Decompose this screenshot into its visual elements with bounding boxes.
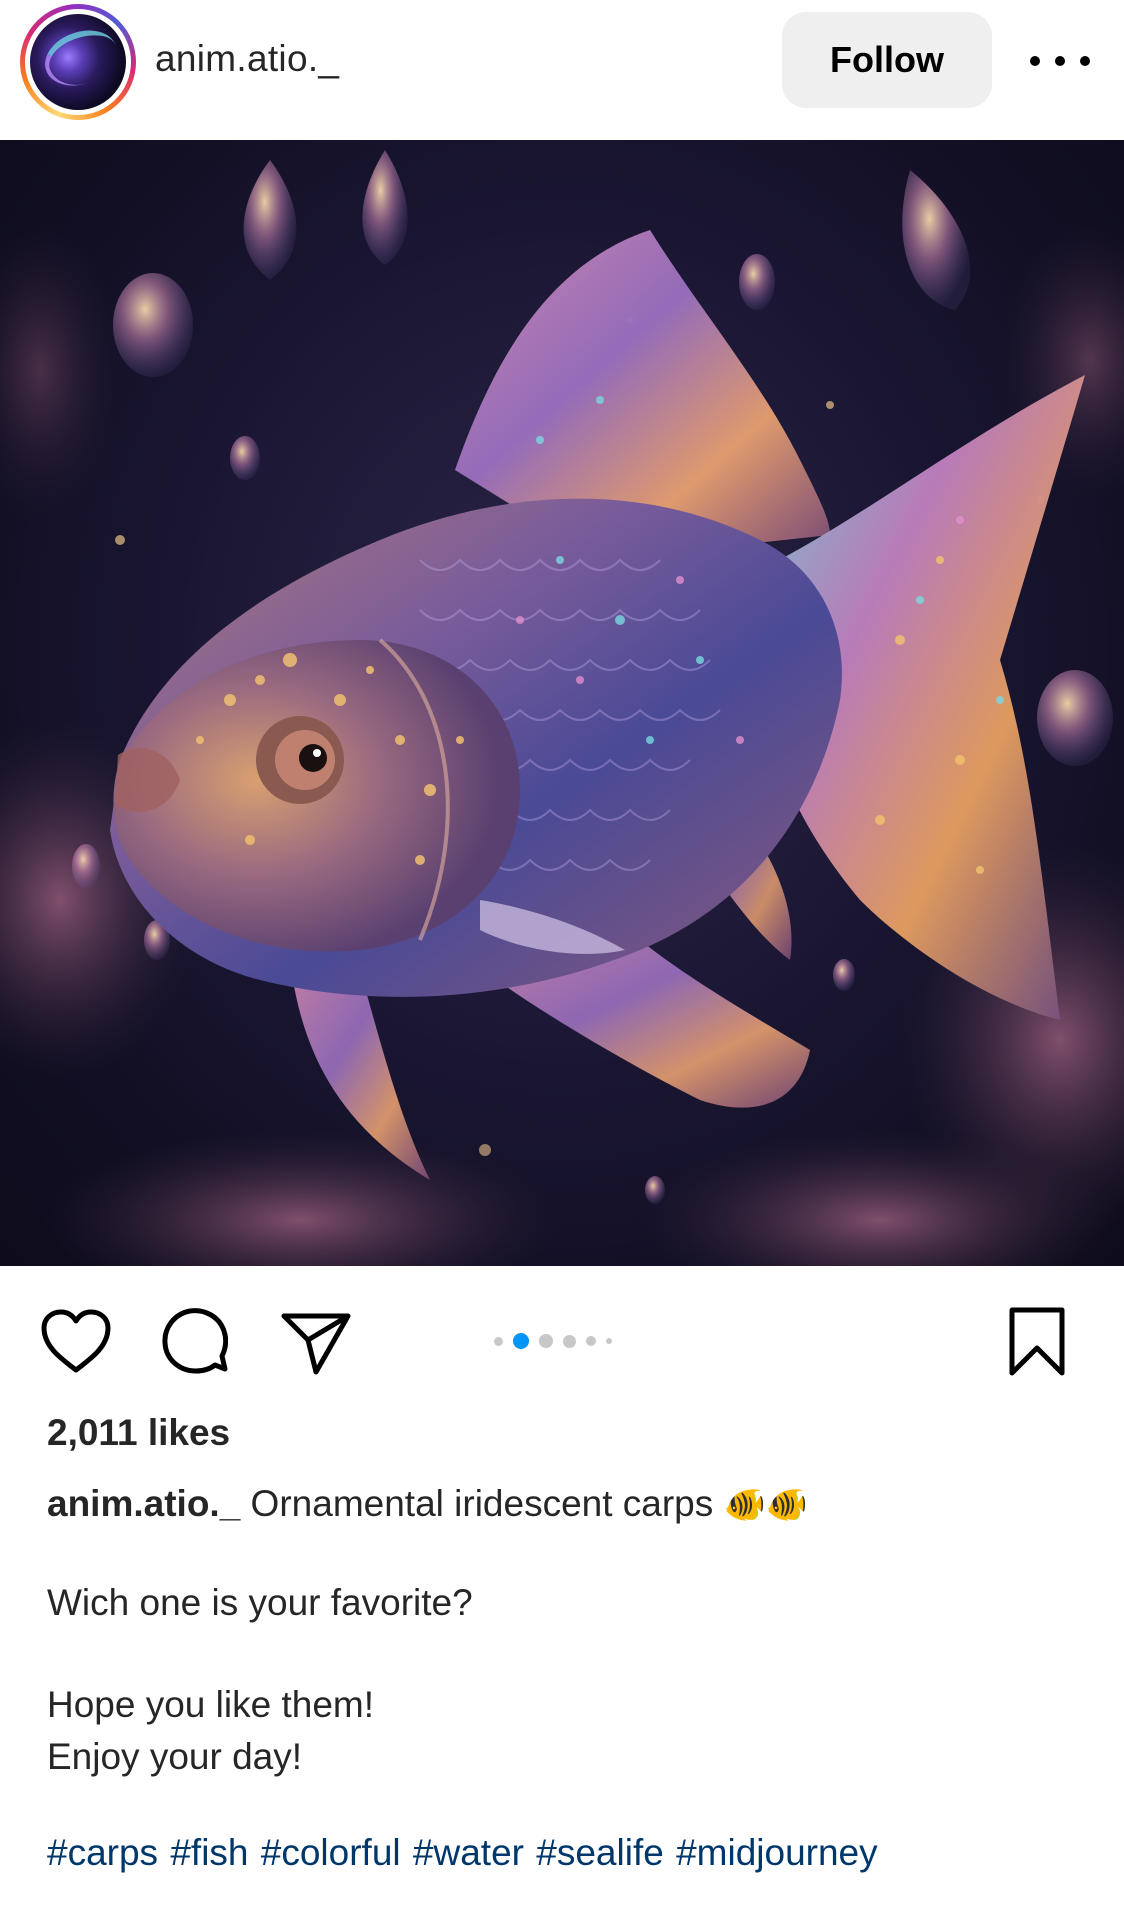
caption-text: Ornamental iridescent carps (240, 1483, 724, 1524)
comment-button[interactable] (160, 1306, 229, 1376)
post-image[interactable] (0, 140, 1124, 1266)
caption-username[interactable]: anim.atio._ (47, 1483, 240, 1524)
more-icon-dot (1080, 56, 1090, 66)
post-header: anim.atio._ Follow (0, 0, 1124, 140)
like-button[interactable] (40, 1308, 112, 1374)
likes-count[interactable]: 2,011 likes (47, 1412, 230, 1454)
share-icon (281, 1313, 351, 1375)
hashtag-link[interactable]: #colorful (261, 1832, 401, 1873)
fish-emoji: 🐠🐠 (723, 1485, 809, 1525)
avatar-gap (25, 9, 131, 115)
caption-line-enjoy: Enjoy your day! (47, 1736, 303, 1777)
post-action-bar (0, 1266, 1124, 1416)
hashtags: #carps #fish #colorful #water #sealife #… (47, 1832, 878, 1874)
more-icon-dot (1030, 56, 1040, 66)
post-username[interactable]: anim.atio._ (155, 38, 339, 80)
hashtag-link[interactable]: #water (413, 1832, 524, 1873)
caption-line-question: Wich one is your favorite? (47, 1582, 473, 1623)
hashtag-link[interactable]: #fish (170, 1832, 248, 1873)
hashtag-link[interactable]: #carps (47, 1832, 158, 1873)
save-button[interactable] (1006, 1306, 1068, 1378)
carousel-dot-active (513, 1333, 529, 1349)
more-icon-dot (1055, 56, 1065, 66)
carousel-dot (606, 1338, 612, 1344)
more-options-button[interactable] (1030, 36, 1090, 86)
caption-line-hope: Hope you like them! (47, 1684, 375, 1725)
avatar-story-ring[interactable] (20, 4, 136, 120)
bookmark-icon (1009, 1307, 1065, 1376)
carousel-dot (586, 1336, 596, 1346)
carousel-dot (539, 1334, 553, 1348)
hashtag-link[interactable]: #midjourney (676, 1832, 878, 1873)
avatar[interactable] (30, 14, 126, 110)
comment-icon (162, 1308, 229, 1374)
fish-image (0, 150, 1124, 1266)
hashtag-link[interactable]: #sealife (536, 1832, 664, 1873)
carousel-indicator (494, 1330, 664, 1352)
carousel-dot (563, 1334, 576, 1348)
follow-button[interactable]: Follow (782, 12, 992, 108)
share-button[interactable] (280, 1310, 352, 1376)
heart-icon (41, 1309, 111, 1373)
carousel-dot (494, 1336, 503, 1346)
caption: anim.atio._ Ornamental iridescent carps … (47, 1478, 1087, 1531)
